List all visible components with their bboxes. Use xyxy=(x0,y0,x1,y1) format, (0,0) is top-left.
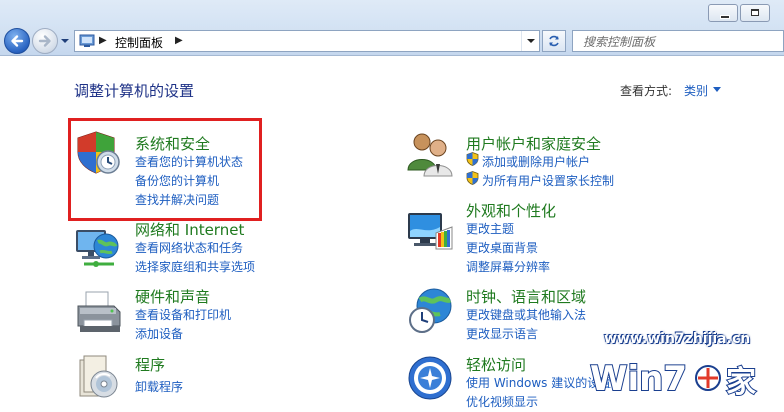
ease-of-access-title[interactable]: 轻松访问 xyxy=(466,354,526,375)
screen-resolution-link[interactable]: 调整屏幕分辨率 xyxy=(466,258,550,275)
printer-icon[interactable] xyxy=(74,290,122,338)
recent-pages-dropdown[interactable] xyxy=(60,37,70,45)
add-remove-users-link[interactable]: 添加或删除用户帐户 xyxy=(482,153,590,170)
network-internet-title[interactable]: 网络和 Internet xyxy=(135,219,244,240)
breadcrumb-separator[interactable]: ▶ xyxy=(99,35,107,46)
view-network-status-link[interactable]: 查看网络状态和任务 xyxy=(135,239,243,256)
breadcrumb-control-panel[interactable]: 控制面板 xyxy=(115,34,163,51)
arrow-right-icon xyxy=(38,35,51,47)
parental-controls-link[interactable]: 为所有用户设置家长控制 xyxy=(482,172,614,189)
arrow-left-icon xyxy=(11,35,24,47)
refresh-button[interactable] xyxy=(542,30,566,52)
watermark-logo: Win7 家 xyxy=(589,358,757,401)
refresh-icon xyxy=(549,35,559,47)
forward-button[interactable] xyxy=(32,28,58,54)
uac-shield-icon xyxy=(466,152,479,166)
uninstall-program-link[interactable]: 卸载程序 xyxy=(135,378,183,395)
address-bar[interactable]: ▶ 控制面板 ▶ xyxy=(74,30,540,52)
uac-shield-icon xyxy=(466,171,479,185)
user-accounts-title[interactable]: 用户帐户和家庭安全 xyxy=(466,133,601,154)
svg-text:Win7: Win7 xyxy=(590,359,687,399)
ease-of-access-icon[interactable] xyxy=(406,354,454,402)
view-by-dropdown[interactable]: 类别 xyxy=(684,82,708,99)
change-keyboard-link[interactable]: 更改键盘或其他输入法 xyxy=(466,306,586,323)
control-panel-icon xyxy=(79,34,95,47)
page-title: 调整计算机的设置 xyxy=(74,82,195,100)
address-history-dropdown[interactable] xyxy=(521,31,539,51)
users-icon[interactable] xyxy=(406,130,454,178)
programs-icon[interactable] xyxy=(74,354,122,402)
hardware-sound-title[interactable]: 硬件和声音 xyxy=(135,286,210,307)
chevron-down-icon xyxy=(526,39,535,43)
search-input[interactable] xyxy=(573,32,783,52)
homegroup-sharing-link[interactable]: 选择家庭组和共享选项 xyxy=(135,258,255,275)
maximize-button[interactable] xyxy=(740,4,770,22)
minimize-button[interactable] xyxy=(708,4,738,22)
devices-printers-link[interactable]: 查看设备和打印机 xyxy=(135,306,231,323)
change-theme-link[interactable]: 更改主题 xyxy=(466,220,514,237)
minimize-icon xyxy=(720,15,730,19)
search-box[interactable] xyxy=(572,30,784,52)
navigation-bar: ▶ 控制面板 ▶ xyxy=(0,26,784,56)
change-display-language-link[interactable]: 更改显示语言 xyxy=(466,325,538,342)
maximize-icon xyxy=(751,9,759,16)
programs-title[interactable]: 程序 xyxy=(135,354,165,375)
svg-text:家: 家 xyxy=(726,365,756,400)
chevron-down-icon[interactable] xyxy=(713,87,721,92)
appearance-title[interactable]: 外观和个性化 xyxy=(466,200,556,221)
title-bar xyxy=(0,0,784,26)
network-globe-icon[interactable] xyxy=(74,222,122,270)
optimize-display-link[interactable]: 优化视频显示 xyxy=(466,393,538,410)
clock-region-title[interactable]: 时钟、语言和区域 xyxy=(466,286,586,307)
breadcrumb-separator[interactable]: ▶ xyxy=(175,35,183,46)
add-device-link[interactable]: 添加设备 xyxy=(135,325,183,342)
watermark-url: www.win7zhijia.cn xyxy=(604,331,751,347)
personalization-icon[interactable] xyxy=(406,207,454,255)
highlight-annotation xyxy=(68,118,262,221)
change-background-link[interactable]: 更改桌面背景 xyxy=(466,239,538,256)
back-button[interactable] xyxy=(4,28,30,54)
view-by-label: 查看方式: xyxy=(620,84,673,98)
clock-globe-icon[interactable] xyxy=(406,286,454,334)
